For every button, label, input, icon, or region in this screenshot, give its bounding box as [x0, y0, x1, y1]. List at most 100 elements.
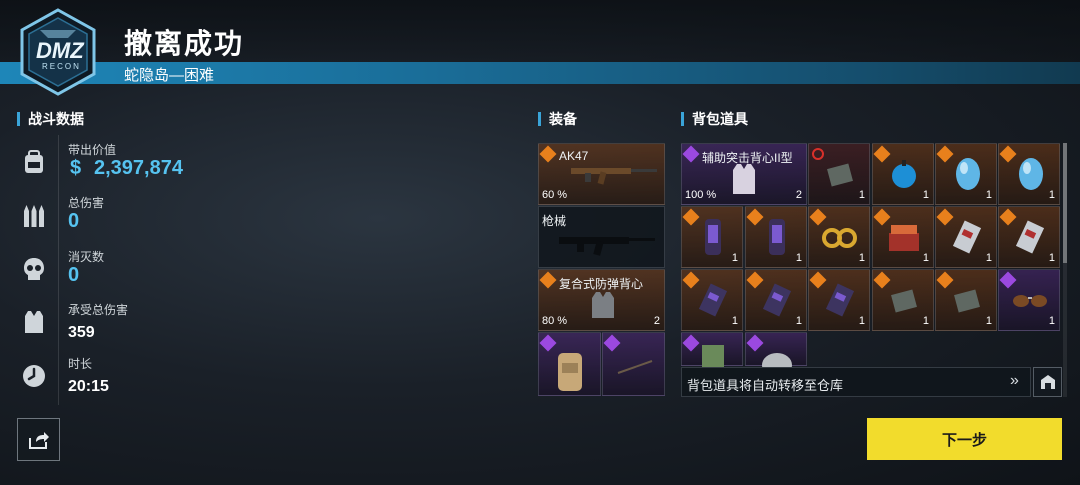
rarity-icon: [812, 148, 824, 160]
weapon-name: AK47: [559, 149, 589, 163]
backpack-item[interactable]: 1: [808, 143, 870, 205]
share-button[interactable]: [17, 418, 60, 461]
clock-icon: [20, 362, 48, 390]
secondary-weapon-label: 枪械: [542, 214, 567, 228]
backpack-section-label: 背包道具: [681, 112, 748, 126]
share-icon: [28, 431, 49, 449]
stat-value-damage: 0: [68, 210, 80, 232]
documents-icon: [954, 289, 980, 313]
keycard-icon: [762, 283, 792, 317]
backpack-item[interactable]: 1: [872, 269, 934, 331]
equipment-vest-slot[interactable]: 复合式防弹背心 80 % 2: [538, 269, 665, 331]
weapon-durability: 60 %: [542, 189, 568, 201]
equipment-primary-slot[interactable]: AK47 60 %: [538, 143, 665, 205]
keycard-icon: [952, 220, 982, 254]
stat-label-damage-taken: 承受总伤害: [68, 303, 129, 317]
backpack-item[interactable]: 1: [808, 206, 870, 268]
item-count: 1: [1048, 189, 1055, 201]
backpack-item[interactable]: 1: [745, 269, 807, 331]
rarity-icon: [539, 334, 557, 352]
backpack-item[interactable]: 1: [998, 269, 1060, 331]
stat-value-duration: 20:15: [68, 378, 109, 395]
armor-vest-icon: [20, 308, 48, 336]
chevron-right-double-icon[interactable]: »: [1010, 372, 1019, 390]
item-count: 1: [985, 315, 992, 327]
vest-durability: 80 %: [542, 315, 568, 327]
backpack-item[interactable]: [745, 332, 807, 367]
equipment-extra-slot-2[interactable]: [602, 332, 665, 396]
rarity-icon: [746, 271, 764, 289]
item-count: 1: [922, 252, 929, 264]
item-count: 1: [795, 252, 802, 264]
backpack-vest-plates: 2: [795, 189, 802, 201]
ammo-icon: [20, 202, 48, 230]
jewel-box-icon: [889, 225, 919, 251]
backpack-item[interactable]: 1: [872, 206, 934, 268]
backpack-item[interactable]: 1: [681, 269, 743, 331]
stat-label-duration: 时长: [68, 357, 93, 371]
item-count: 1: [1048, 252, 1055, 264]
backpack-item[interactable]: 1: [935, 269, 997, 331]
phone-icon: [769, 219, 785, 255]
item-count: 1: [985, 252, 992, 264]
map-icon: [702, 345, 724, 367]
item-count: 1: [922, 189, 929, 201]
rarity-icon: [746, 208, 764, 226]
rifle-silhouette-icon: [559, 237, 655, 256]
rarity-icon: [682, 208, 700, 226]
rarity-icon: [682, 334, 700, 352]
backpack-item[interactable]: 1: [681, 206, 743, 268]
item-count: 1: [858, 252, 865, 264]
backpack-scroll-thumb[interactable]: [1063, 143, 1067, 263]
item-count: 1: [985, 189, 992, 201]
rarity-icon: [539, 145, 557, 163]
rarity-icon: [809, 208, 827, 226]
keycard-icon: [825, 283, 855, 317]
sunglasses-icon: [1013, 295, 1047, 307]
equipment-section-label: 装备: [538, 112, 577, 126]
stat-label-damage: 总伤害: [68, 196, 105, 210]
map-difficulty-label: 蛇隐岛—困难: [124, 67, 215, 84]
knife-icon: [617, 360, 653, 374]
rarity-icon: [936, 271, 954, 289]
currency-symbol: $: [70, 157, 82, 179]
next-button[interactable]: 下一步: [867, 418, 1062, 460]
backpack-item[interactable]: 1: [808, 269, 870, 331]
rarity-icon: [539, 271, 557, 289]
backpack-item-vest[interactable]: 辅助突击背心II型 100 % 2: [681, 143, 807, 205]
item-count: 1: [858, 189, 865, 201]
documents-icon: [891, 289, 917, 313]
equipment-secondary-slot[interactable]: 枪械: [538, 206, 665, 268]
backpack-item[interactable]: 1: [998, 143, 1060, 205]
rarity-icon: [936, 208, 954, 226]
backpack-icon: [20, 148, 48, 176]
equipment-extra-slot-1[interactable]: [538, 332, 601, 396]
backpack-item[interactable]: 1: [935, 143, 997, 205]
transfer-notice-text: 背包道具将自动转移至仓库: [687, 378, 844, 393]
item-count: 1: [858, 315, 865, 327]
item-count: 1: [731, 315, 738, 327]
logo-main-text: DMZ: [36, 38, 84, 63]
backpack-item[interactable]: 1: [745, 206, 807, 268]
backpack-item[interactable]: 1: [872, 143, 934, 205]
page-title: 撤离成功: [124, 28, 245, 59]
stat-value-carried: 2,397,874: [94, 157, 183, 179]
blue-fruit-icon: [892, 160, 916, 188]
backpack-icon: [558, 353, 582, 391]
stat-label-value: 带出价值: [68, 143, 117, 157]
warehouse-button[interactable]: [1033, 367, 1062, 397]
phone-icon: [705, 219, 721, 255]
stat-value-kills: 0: [68, 264, 80, 286]
rarity-icon: [999, 145, 1017, 163]
backpack-item[interactable]: 1: [998, 206, 1060, 268]
armor-vest-icon: [592, 292, 614, 318]
item-count: 1: [795, 315, 802, 327]
logo-sub-text: RECON: [42, 62, 81, 71]
backpack-item[interactable]: [681, 332, 743, 367]
stat-value-damage-taken: 359: [68, 324, 95, 341]
rarity-icon: [936, 145, 954, 163]
backpack-item[interactable]: 1: [935, 206, 997, 268]
keycard-icon: [1015, 220, 1045, 254]
armor-vest-icon: [733, 164, 755, 194]
vest-plates: 2: [653, 315, 660, 327]
